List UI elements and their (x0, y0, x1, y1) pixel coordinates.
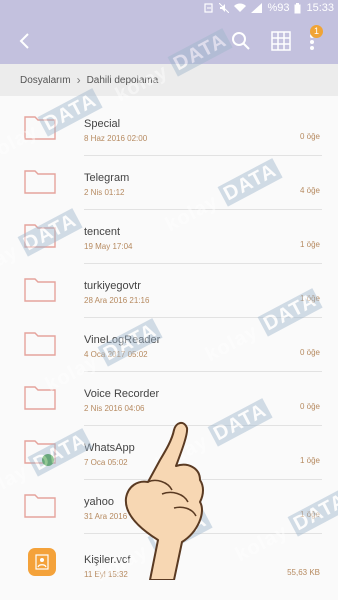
search-icon[interactable] (230, 30, 252, 52)
item-name: turkiyegovtr (84, 280, 141, 292)
battery-icon (294, 2, 301, 13)
item-name: VineLogReader (84, 334, 161, 346)
item-count: 0 öğe (299, 402, 320, 411)
contact-file-icon (28, 548, 56, 576)
folder-icon (24, 170, 56, 194)
grid-view-icon[interactable] (270, 30, 292, 52)
app-toolbar: 1 (0, 18, 338, 64)
item-size: 55,63 KB (287, 568, 320, 577)
list-item[interactable]: Special 8 Haz 2016 02:00 0 öğe (0, 102, 338, 156)
item-name: Telegram (84, 172, 130, 184)
breadcrumb: Dosyalarım › Dahili depolama (0, 64, 338, 96)
item-date: 28 Ara 2016 21:16 (84, 296, 150, 305)
list-item[interactable]: Telegram 2 Nis 01:12 4 öğe (0, 156, 338, 210)
item-date: 2 Nis 01:12 (84, 188, 125, 197)
status-bar: %93 15:33 (0, 0, 338, 18)
list-item[interactable]: tencent 19 May 17:04 1 öğe (0, 210, 338, 264)
item-count: 1 öğe (299, 240, 320, 249)
clock: 15:33 (306, 2, 334, 14)
battery-level: %93 (267, 2, 290, 14)
mute-icon (219, 3, 230, 13)
folder-icon (24, 386, 56, 410)
folder-icon (24, 116, 56, 140)
item-name: Voice Recorder (84, 388, 160, 400)
item-count: 1 öğe (299, 456, 320, 465)
notification-badge: 1 (310, 25, 323, 38)
item-name: tencent (84, 226, 121, 238)
item-date: 4 Oca 2017 05:02 (84, 350, 148, 359)
wifi-icon (234, 3, 247, 12)
folder-icon (24, 494, 56, 518)
whatsapp-icon (42, 454, 54, 466)
signal-icon (251, 3, 263, 13)
item-count: 1 öğe (299, 510, 320, 519)
breadcrumb-separator-icon: › (76, 73, 81, 87)
item-name: yahoo (84, 496, 114, 508)
item-date: 8 Haz 2016 02:00 (84, 134, 148, 143)
folder-icon (24, 278, 56, 302)
list-item[interactable]: turkiyegovtr 28 Ara 2016 21:16 1 öğe (0, 264, 338, 318)
item-name: Special (84, 118, 121, 130)
folder-icon (24, 332, 56, 356)
battery-saver-icon (204, 3, 214, 13)
item-count: 0 öğe (299, 132, 320, 141)
pointing-hand-icon (124, 422, 204, 580)
item-count: 1 öğe (299, 294, 320, 303)
breadcrumb-item-current[interactable]: Dahili depolama (87, 75, 159, 86)
item-count: 4 öğe (299, 186, 320, 195)
back-arrow-icon[interactable] (14, 30, 36, 52)
folder-icon (24, 224, 56, 248)
breadcrumb-item-root[interactable]: Dosyalarım (0, 75, 71, 86)
list-item[interactable]: VineLogReader 4 Oca 2017 05:02 0 öğe (0, 318, 338, 372)
item-date: 2 Nis 2016 04:06 (84, 404, 145, 413)
item-date: 19 May 17:04 (84, 242, 133, 251)
list-item[interactable]: Voice Recorder 2 Nis 2016 04:06 0 öğe (0, 372, 338, 426)
item-count: 0 öğe (299, 348, 320, 357)
